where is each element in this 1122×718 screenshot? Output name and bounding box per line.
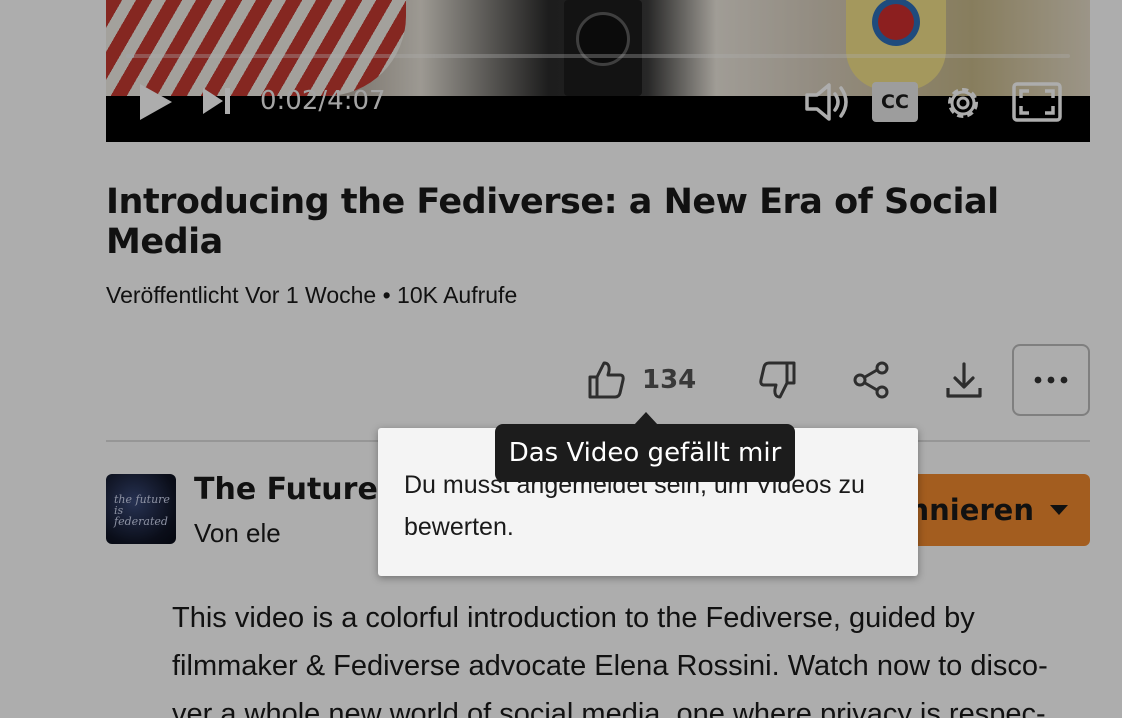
watch-page: 0:02/4:07 CC Introducing the Fediverse: … <box>0 0 1122 718</box>
like-tooltip: Das Video gefällt mir <box>495 424 795 482</box>
modal-overlay[interactable] <box>0 0 1122 718</box>
